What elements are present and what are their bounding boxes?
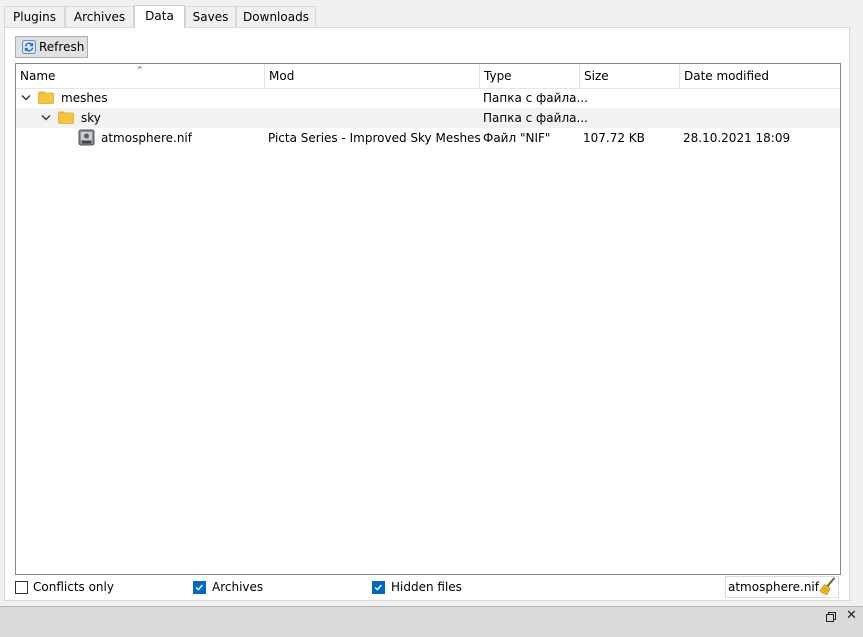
column-label: Size — [584, 69, 609, 83]
column-label: Date modified — [684, 69, 770, 83]
tab-label: Plugins — [13, 10, 56, 24]
conflicts-only-label: Conflicts only — [33, 580, 114, 594]
chevron-down-icon[interactable] — [21, 94, 31, 102]
column-header-mod[interactable]: Mod — [265, 64, 480, 88]
archives-checkbox[interactable] — [193, 581, 206, 594]
data-tree-view[interactable]: Name ⌃ Mod Type Size Date modified meshe… — [15, 63, 841, 575]
row-name: atmosphere.nif — [101, 131, 192, 145]
column-header-date-modified[interactable]: Date modified — [680, 64, 840, 88]
tab-data[interactable]: Data — [134, 5, 185, 28]
row-name: meshes — [61, 91, 108, 105]
row-type: Папка с файла... — [483, 91, 588, 105]
row-name: sky — [81, 111, 101, 125]
status-bar: ✕ — [0, 606, 863, 637]
row-type: Файл "NIF" — [483, 131, 551, 145]
refresh-icon — [22, 40, 36, 54]
tab-plugins[interactable]: Plugins — [4, 6, 65, 27]
nif-file-icon — [78, 129, 95, 146]
hidden-files-label: Hidden files — [391, 580, 462, 594]
conflicts-only-checkbox[interactable] — [15, 581, 28, 594]
close-icon[interactable]: ✕ — [846, 608, 857, 623]
tab-downloads[interactable]: Downloads — [236, 6, 316, 27]
broom-icon[interactable] — [818, 577, 837, 596]
checkmark-icon — [374, 584, 382, 591]
folder-icon — [58, 111, 74, 124]
tree-row-sky[interactable]: sky Папка с файла... — [16, 108, 840, 128]
folder-icon — [38, 91, 54, 104]
tree-row-atmosphere-nif[interactable]: atmosphere.nif Picta Series - Improved S… — [16, 128, 840, 148]
hidden-files-checkbox[interactable] — [372, 581, 385, 594]
tree-header: Name ⌃ Mod Type Size Date modified — [16, 64, 840, 89]
archives-label: Archives — [212, 580, 264, 594]
tab-archives[interactable]: Archives — [65, 6, 134, 27]
chevron-down-icon[interactable] — [41, 114, 51, 122]
column-header-name[interactable]: Name ⌃ — [16, 64, 265, 88]
column-header-type[interactable]: Type — [480, 64, 580, 88]
column-label: Name — [20, 69, 56, 83]
row-mod: Picta Series - Improved Sky Meshes — [268, 131, 481, 145]
tab-label: Data — [145, 9, 174, 23]
refresh-label: Refresh — [39, 40, 85, 54]
refresh-button[interactable]: Refresh — [15, 36, 88, 58]
tab-label: Archives — [73, 10, 126, 24]
tab-label: Downloads — [243, 10, 309, 24]
column-label: Mod — [269, 69, 295, 83]
column-header-size[interactable]: Size — [580, 64, 680, 88]
restore-icon[interactable] — [826, 612, 836, 622]
row-size: 107.72 KB — [583, 131, 645, 145]
tab-saves[interactable]: Saves — [185, 6, 236, 27]
column-label: Type — [484, 69, 512, 83]
sort-ascending-icon: ⌃ — [136, 66, 144, 76]
checkmark-icon — [195, 584, 203, 591]
row-type: Папка с файла... — [483, 111, 588, 125]
row-date-modified: 28.10.2021 18:09 — [683, 131, 791, 145]
data-tab-panel: Refresh Name ⌃ Mod Type Size Date modifi… — [4, 27, 850, 601]
filter-value: atmosphere.nif — [728, 580, 819, 594]
tree-row-meshes[interactable]: meshes Папка с файла... — [16, 88, 840, 108]
tab-label: Saves — [192, 10, 229, 24]
